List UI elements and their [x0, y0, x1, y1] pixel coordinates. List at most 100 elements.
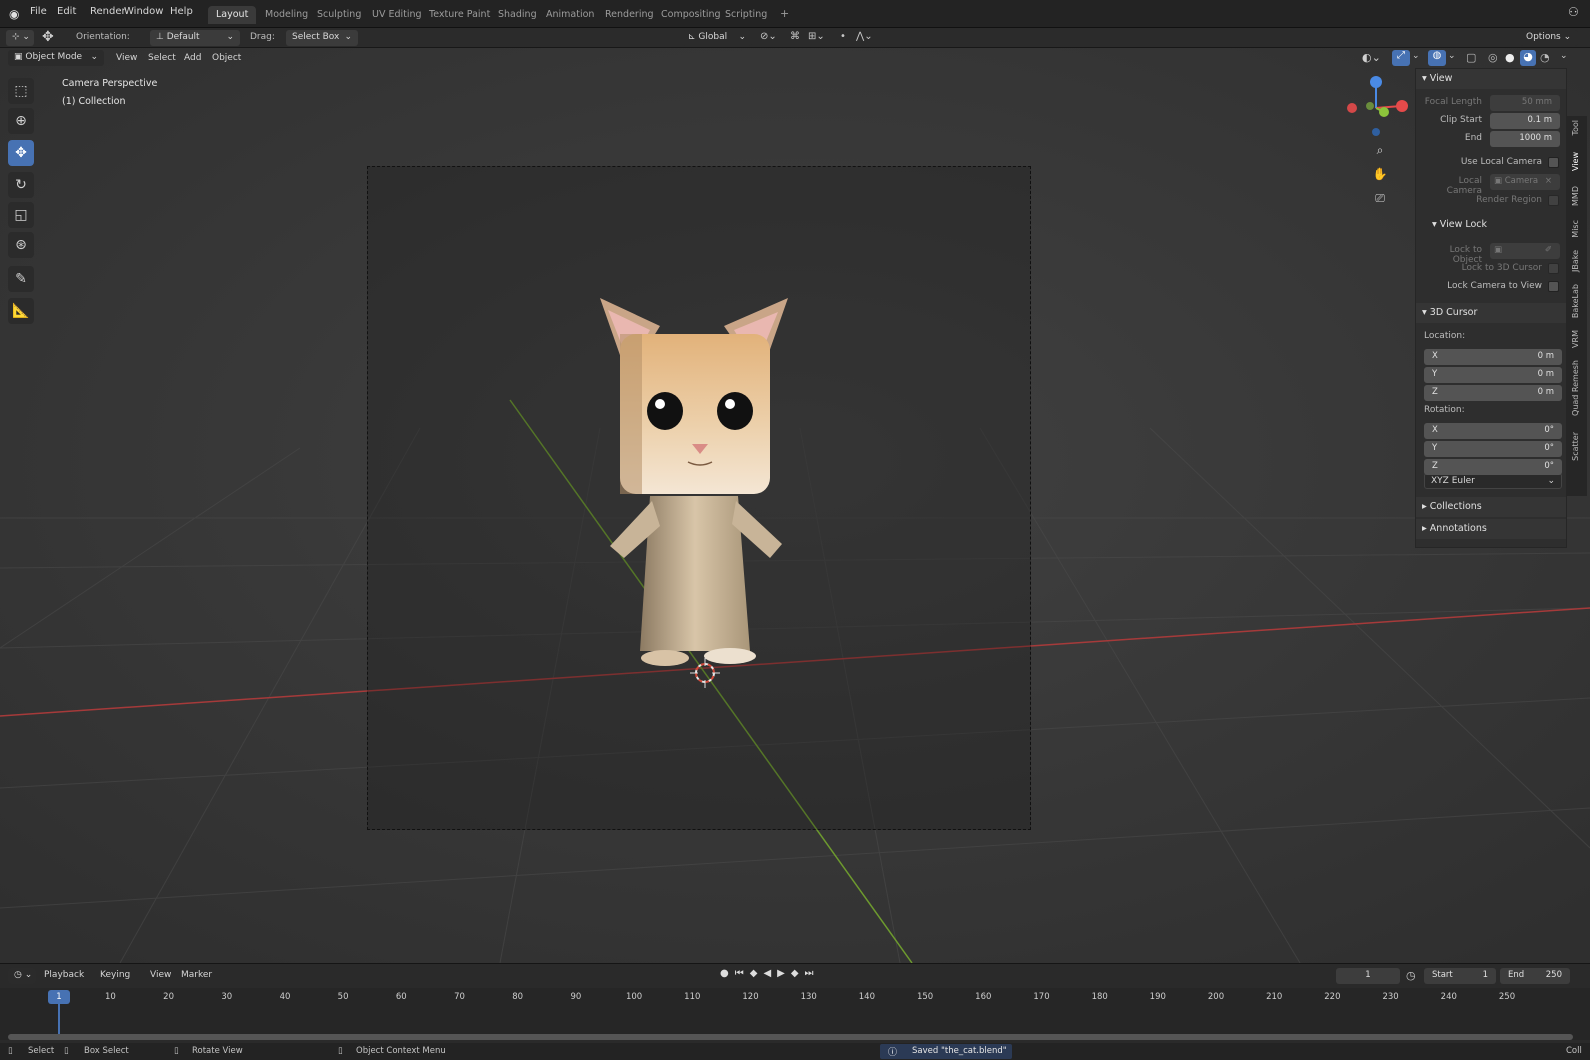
menu-render[interactable]: Render	[90, 6, 126, 17]
cursor-tool-icon[interactable]: ⊕	[8, 108, 34, 134]
add-workspace-button[interactable]: +	[772, 4, 797, 22]
clear-icon[interactable]: ×	[1545, 176, 1552, 186]
user-icon[interactable]: ⚇	[1568, 5, 1579, 19]
view-section-header[interactable]: ▾ View	[1416, 69, 1566, 89]
xray-icon[interactable]: ▢	[1466, 51, 1476, 64]
navigation-gizmo[interactable]	[1340, 72, 1410, 142]
timeline-menu-marker[interactable]: Marker	[181, 970, 212, 980]
menu-edit[interactable]: Edit	[57, 6, 76, 17]
clock-icon[interactable]: ◷	[1406, 969, 1416, 982]
loc-z-field[interactable]: Z 0 m	[1424, 385, 1562, 401]
editor-type-dropdown[interactable]: ◷ ⌄	[8, 968, 36, 984]
sidebar-tab-quad-remesh[interactable]: Quad Remesh	[1571, 360, 1580, 416]
rendered-shading-icon[interactable]: ◔	[1540, 51, 1550, 64]
viewport-menu-view[interactable]: View	[116, 53, 137, 63]
local-camera-field[interactable]: ▣ Camera ×	[1490, 174, 1560, 190]
chevron-down-icon[interactable]: ⌄	[1412, 51, 1420, 61]
play-reverse-icon[interactable]: ◀	[763, 968, 777, 979]
workspace-tab-rendering[interactable]: Rendering	[597, 6, 662, 24]
sidebar-tab-misc[interactable]: Misc	[1571, 220, 1580, 238]
camera-view-icon[interactable]: ⎚	[1370, 188, 1390, 208]
snap-icon[interactable]: ⌘	[790, 31, 800, 42]
workspace-tab-shading[interactable]: Shading	[490, 6, 545, 24]
orientation-dropdown[interactable]: ⊥ Default ⌄	[150, 30, 240, 46]
workspace-tab-sculpting[interactable]: Sculpting	[309, 6, 369, 24]
rot-z-field[interactable]: Z 0°	[1424, 459, 1562, 475]
lock-to-object-field[interactable]: ▣ ✐	[1490, 243, 1560, 259]
falloff-icon[interactable]: ⋀⌄	[856, 31, 873, 42]
annotations-header[interactable]: ▸ Annotations	[1416, 519, 1566, 539]
scale-tool-icon[interactable]: ◱	[8, 202, 34, 228]
current-frame-field[interactable]: 1	[1336, 968, 1400, 984]
viewport-menu-object[interactable]: Object	[212, 53, 241, 63]
proportional-edit-icon[interactable]: •	[840, 31, 846, 42]
rot-x-field[interactable]: X 0°	[1424, 423, 1562, 439]
measure-tool-icon[interactable]: 📐	[8, 298, 34, 324]
record-icon[interactable]: ●	[720, 968, 735, 979]
menu-help[interactable]: Help	[170, 6, 193, 17]
sidebar-tab-mmd[interactable]: MMD	[1571, 186, 1580, 206]
clip-start-field[interactable]: 0.1 m	[1490, 113, 1560, 129]
blender-logo-icon[interactable]: ◉	[9, 7, 23, 21]
sidebar-tab-tool[interactable]: Tool	[1571, 120, 1580, 136]
timeline-menu-playback[interactable]: Playback	[44, 970, 84, 980]
workspace-tab-animation[interactable]: Animation	[538, 6, 602, 24]
mode-dropdown[interactable]: ▣ Object Mode ⌄	[8, 50, 104, 66]
sidebar-tab-view[interactable]: View	[1571, 152, 1580, 171]
transform-orientation-dropdown[interactable]: ⊾ Global ⌄	[682, 30, 752, 46]
lock-to-3d-cursor-checkbox[interactable]	[1548, 263, 1559, 274]
rotate-tool-icon[interactable]: ↻	[8, 172, 34, 198]
sidebar-tab-bakelab[interactable]: BakeLab	[1571, 284, 1580, 318]
prev-keyframe-icon[interactable]: ◆	[750, 968, 764, 979]
sidebar-tab-vrm[interactable]: VRM	[1571, 330, 1580, 348]
material-shading-icon[interactable]: ◕	[1520, 50, 1536, 66]
rotation-mode-dropdown[interactable]: XYZ Euler ⌄	[1424, 473, 1562, 489]
3d-cursor-icon[interactable]	[690, 658, 720, 688]
options-dropdown[interactable]: Options ⌄	[1520, 30, 1578, 46]
next-keyframe-icon[interactable]: ◆	[791, 968, 805, 979]
workspace-tab-layout[interactable]: Layout	[208, 6, 257, 24]
viewport-menu-add[interactable]: Add	[184, 53, 201, 63]
sidebar-tab-jbake[interactable]: JBake	[1571, 250, 1580, 272]
jump-end-icon[interactable]: ⏭	[805, 968, 820, 979]
solid-shading-icon[interactable]: ●	[1505, 51, 1515, 64]
timeline-scrollbar[interactable]	[8, 1034, 1573, 1040]
chevron-down-icon[interactable]: ⌄	[1448, 51, 1456, 61]
timeline-track-area[interactable]	[0, 988, 1590, 1040]
lock-camera-to-view-checkbox[interactable]	[1548, 281, 1559, 292]
collections-header[interactable]: ▸ Collections	[1416, 497, 1566, 517]
playhead-frame-marker[interactable]: 1	[48, 990, 70, 1004]
select-box-tool-icon[interactable]: ⬚	[8, 78, 34, 104]
viewport-menu-select[interactable]: Select	[148, 53, 176, 63]
snap-target-icon[interactable]: ⊞⌄	[808, 31, 825, 42]
workspace-tab-texture-paint[interactable]: Texture Paint	[421, 6, 498, 24]
tool-mode-dropdown[interactable]: ⊹ ⌄	[6, 30, 34, 46]
menu-file[interactable]: File	[30, 6, 47, 17]
transform-tool-icon[interactable]: ⊛	[8, 232, 34, 258]
gizmo-toggle-icon[interactable]: ⤢	[1392, 50, 1410, 66]
annotate-tool-icon[interactable]: ✎	[8, 266, 34, 292]
zoom-icon[interactable]: ⌕	[1370, 140, 1390, 160]
end-frame-field[interactable]: End 250	[1500, 968, 1570, 984]
view-lock-header[interactable]: ▾ View Lock	[1426, 215, 1556, 235]
play-icon[interactable]: ▶	[777, 968, 791, 979]
wireframe-shading-icon[interactable]: ◎	[1488, 51, 1498, 64]
loc-x-field[interactable]: X 0 m	[1424, 349, 1562, 365]
use-local-camera-checkbox[interactable]	[1548, 157, 1559, 168]
3d-cursor-header[interactable]: ▾ 3D Cursor	[1416, 303, 1566, 323]
start-frame-field[interactable]: Start 1	[1424, 968, 1496, 984]
drag-dropdown[interactable]: Select Box ⌄	[286, 30, 358, 46]
workspace-tab-uv-editing[interactable]: UV Editing	[364, 6, 430, 24]
timeline-menu-keying[interactable]: Keying	[100, 970, 130, 980]
3d-viewport[interactable]: ▣ Object Mode ⌄ View Select Add Object ◐⌄ ⤢ …	[0, 48, 1590, 963]
focal-length-field[interactable]: 50 mm	[1490, 95, 1560, 111]
pivot-point-icon[interactable]: ⊘⌄	[760, 31, 777, 42]
move-tool-icon[interactable]: ✥	[8, 140, 34, 166]
overlays-toggle-icon[interactable]: ◍	[1428, 50, 1446, 66]
eyedropper-icon[interactable]: ✐	[1545, 245, 1552, 255]
timeline-menu-view[interactable]: View	[150, 970, 171, 980]
jump-start-icon[interactable]: ⏮	[735, 968, 750, 979]
pan-hand-icon[interactable]: ✋	[1370, 164, 1390, 184]
workspace-tab-modeling[interactable]: Modeling	[257, 6, 316, 24]
clip-end-field[interactable]: 1000 m	[1490, 131, 1560, 147]
